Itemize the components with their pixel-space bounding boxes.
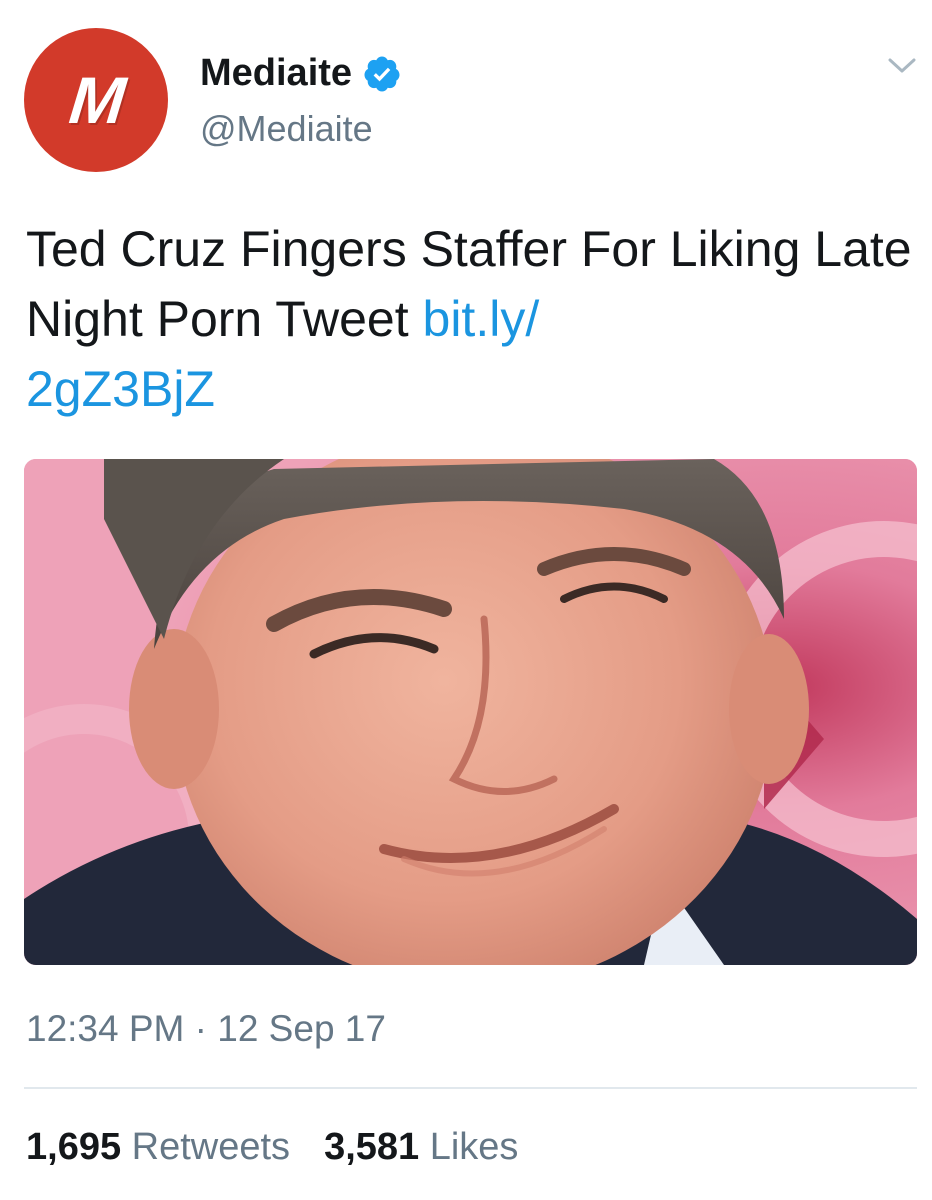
retweets-count: 1,695 [26, 1126, 122, 1168]
tweet-media-photo[interactable] [24, 459, 917, 965]
likes-count: 3,581 [324, 1126, 420, 1168]
likes-stat[interactable]: 3,581 Likes [324, 1126, 518, 1169]
divider [24, 1087, 917, 1089]
retweets-label: Retweets [131, 1126, 291, 1168]
verified-badge-icon [364, 56, 400, 91]
tweet-text: Ted Cruz Fingers Staffer For Liking Late… [26, 214, 916, 424]
avatar[interactable]: M [24, 28, 168, 172]
photo-of-smiling-man [24, 459, 917, 965]
tweet-timestamp[interactable]: 12:34 PM · 12 Sep 17 [26, 1008, 386, 1050]
display-name[interactable]: Mediaite [200, 52, 352, 95]
chevron-down-icon[interactable] [882, 50, 922, 80]
avatar-logo-letter: M [65, 63, 127, 137]
likes-label: Likes [429, 1126, 519, 1168]
retweets-stat[interactable]: 1,695 Retweets [26, 1126, 290, 1169]
tweet-card: M Mediaite @Mediaite Ted Cruz Fingers St… [0, 0, 932, 1200]
tweet-stats: 1,695 Retweets 3,581 Likes [26, 1126, 518, 1169]
display-name-row[interactable]: Mediaite [200, 52, 402, 95]
user-handle[interactable]: @Mediaite [200, 108, 373, 150]
